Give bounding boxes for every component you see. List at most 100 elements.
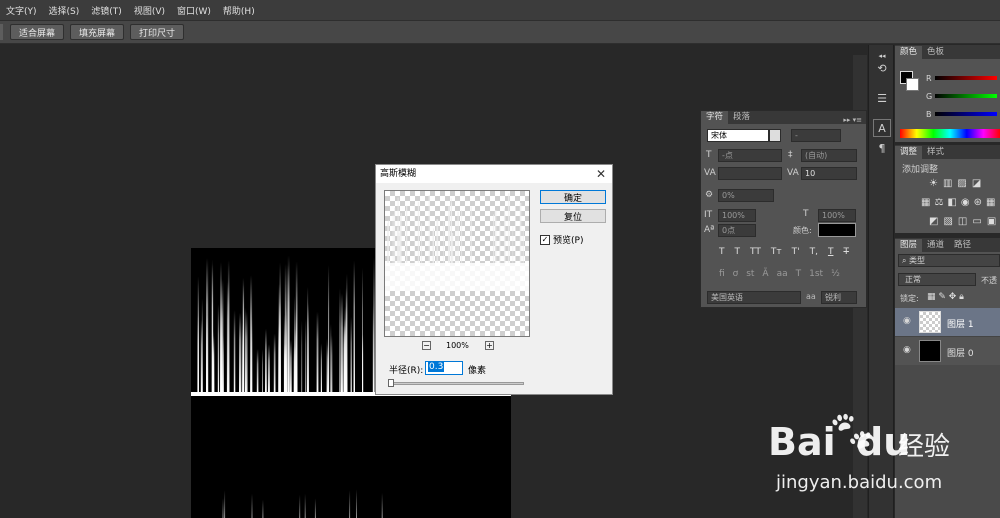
character-panel-icon[interactable]: A bbox=[873, 119, 891, 137]
background-swatch[interactable] bbox=[906, 78, 919, 91]
tracking-icon: VA bbox=[787, 168, 799, 178]
properties-icon[interactable]: ☰ bbox=[873, 89, 891, 107]
tab-layers[interactable]: 图层 bbox=[895, 239, 923, 252]
oldstyle-icon[interactable]: ơ bbox=[733, 269, 739, 279]
reset-button[interactable]: 复位 bbox=[540, 209, 606, 223]
preview-window[interactable] bbox=[384, 190, 530, 337]
selective-color-icon[interactable]: ▣ bbox=[987, 216, 996, 227]
font-style-select[interactable]: - bbox=[791, 129, 841, 142]
print-size-button[interactable]: 打印尺寸 bbox=[130, 24, 184, 40]
tab-styles[interactable]: 样式 bbox=[922, 146, 949, 159]
invert-icon[interactable]: ◩ bbox=[929, 216, 938, 227]
tab-color[interactable]: 颜色 bbox=[895, 46, 923, 59]
brightness-icon[interactable]: ☀ bbox=[929, 178, 938, 189]
preview-checkbox[interactable]: ✓ bbox=[540, 234, 550, 245]
color-spectrum[interactable] bbox=[900, 129, 1000, 138]
font-family-input[interactable]: 宋体 bbox=[707, 129, 769, 142]
ordinals-icon[interactable]: 1st bbox=[809, 269, 823, 279]
language-select[interactable]: 美国英语 bbox=[707, 291, 801, 304]
ordinal-icon[interactable]: T bbox=[796, 269, 802, 279]
vertical-scale-input[interactable]: 100% bbox=[718, 209, 756, 222]
titling-icon[interactable]: aa bbox=[777, 269, 788, 279]
radius-unit: 像素 bbox=[468, 366, 487, 376]
adjustment-icons-row1: ☀ ▥ ▨ ◪ bbox=[929, 178, 981, 189]
font-family-dropdown[interactable] bbox=[769, 129, 781, 142]
zoom-out-button[interactable]: − bbox=[422, 341, 431, 350]
vibrance-icon[interactable]: ▦ bbox=[921, 197, 930, 208]
ok-button[interactable]: 确定 bbox=[540, 190, 606, 204]
preview-image bbox=[385, 193, 529, 291]
radius-label: 半径(R): bbox=[389, 366, 424, 376]
posterize-icon[interactable]: ▧ bbox=[943, 216, 952, 227]
mixer-icon[interactable]: ⊛ bbox=[974, 197, 982, 208]
ligature-icon[interactable]: fi bbox=[719, 269, 725, 279]
menu-filter[interactable]: 滤镜(T) bbox=[85, 4, 128, 17]
channel-b-slider[interactable] bbox=[935, 112, 997, 116]
channel-r-slider[interactable] bbox=[935, 76, 997, 80]
preview-checkbox-row[interactable]: ✓ 预览(P) bbox=[540, 233, 583, 246]
layer-filter-select[interactable]: ⌕ 类型 bbox=[898, 254, 1000, 267]
curves-icon[interactable]: ▨ bbox=[957, 178, 966, 189]
superscript-button[interactable]: T' bbox=[792, 247, 800, 257]
balance-icon[interactable]: ⚖ bbox=[934, 197, 943, 208]
eye-icon[interactable]: ◉ bbox=[903, 316, 911, 326]
exposure-icon[interactable]: ◪ bbox=[972, 178, 981, 189]
radius-slider-thumb[interactable] bbox=[388, 379, 394, 387]
strikethrough-button[interactable]: T bbox=[843, 247, 849, 257]
faux-bold-button[interactable]: T bbox=[719, 247, 725, 257]
close-icon[interactable]: ✕ bbox=[596, 165, 606, 183]
layer-row-2[interactable]: ◉ 图层 0 bbox=[895, 336, 1000, 364]
panel-menu-icon[interactable]: ▸▸ ▾≡ bbox=[843, 116, 866, 124]
leading-input[interactable]: (自动) bbox=[801, 149, 857, 162]
history-icon[interactable]: ⟲ bbox=[873, 59, 891, 77]
radius-input[interactable]: 0.3 bbox=[425, 361, 463, 375]
gradient-map-icon[interactable]: ▭ bbox=[972, 216, 981, 227]
tab-paragraph[interactable]: 段落 bbox=[728, 111, 755, 124]
fill-screen-button[interactable]: 填充屏幕 bbox=[70, 24, 124, 40]
baseline-input[interactable]: 0点 bbox=[718, 224, 756, 237]
kerning-input[interactable] bbox=[718, 167, 782, 180]
underline-button[interactable]: T bbox=[828, 247, 834, 257]
horizontal-scale-input[interactable]: 100% bbox=[818, 209, 856, 222]
antialias-select[interactable]: 锐利 bbox=[821, 291, 857, 304]
photo-filter-icon[interactable]: ◉ bbox=[961, 197, 970, 208]
menu-window[interactable]: 窗口(W) bbox=[171, 4, 217, 17]
threshold-icon[interactable]: ◫ bbox=[958, 216, 967, 227]
menu-help[interactable]: 帮助(H) bbox=[217, 4, 261, 17]
alternates-icon[interactable]: Ã bbox=[762, 269, 768, 279]
menu-view[interactable]: 视图(V) bbox=[128, 4, 171, 17]
channel-g-slider[interactable] bbox=[935, 94, 997, 98]
lock-icons[interactable]: ▦ ✎ ✥ 🔒︎ bbox=[927, 292, 964, 302]
small-caps-button[interactable]: Tт bbox=[771, 247, 782, 257]
fit-screen-button[interactable]: 适合屏幕 bbox=[10, 24, 64, 40]
lookup-icon[interactable]: ▦ bbox=[986, 197, 995, 208]
levels-icon[interactable]: ▥ bbox=[943, 178, 952, 189]
eye-icon[interactable]: ◉ bbox=[903, 345, 911, 355]
radius-slider-track[interactable] bbox=[388, 382, 524, 385]
paragraph-panel-icon[interactable]: ¶ bbox=[873, 139, 891, 157]
tab-adjustments[interactable]: 调整 bbox=[895, 146, 923, 159]
font-size-input[interactable]: -点 bbox=[718, 149, 782, 162]
tab-paths[interactable]: 路径 bbox=[949, 239, 976, 252]
menu-select[interactable]: 选择(S) bbox=[43, 4, 86, 17]
zoom-in-button[interactable]: + bbox=[485, 341, 494, 350]
text-color-swatch[interactable] bbox=[818, 223, 856, 237]
tab-channels[interactable]: 通道 bbox=[922, 239, 949, 252]
fractions-icon[interactable]: ½ bbox=[831, 269, 840, 279]
tracking-input[interactable]: 10 bbox=[801, 167, 857, 180]
zoom-level: 100% bbox=[446, 341, 469, 350]
faux-italic-button[interactable]: T bbox=[735, 247, 741, 257]
all-caps-button[interactable]: TT bbox=[750, 247, 761, 257]
swash-icon[interactable]: st bbox=[746, 269, 754, 279]
leading-icon: ‡ bbox=[788, 150, 793, 160]
tab-character[interactable]: 字符 bbox=[701, 111, 729, 124]
tab-swatches[interactable]: 色板 bbox=[922, 46, 949, 59]
dialog-titlebar[interactable]: 高斯模糊 ✕ bbox=[376, 165, 612, 183]
bw-icon[interactable]: ◧ bbox=[947, 197, 956, 208]
tsume-input[interactable]: 0% bbox=[718, 189, 774, 202]
menu-type[interactable]: 文字(Y) bbox=[0, 4, 43, 17]
subscript-button[interactable]: T, bbox=[810, 247, 818, 257]
blend-mode-select[interactable]: 正常 bbox=[898, 273, 976, 286]
layer-row-1[interactable]: ◉ 图层 1 bbox=[895, 308, 1000, 336]
adjustments-panel: 调整 样式 添加调整 ☀ ▥ ▨ ◪ ▦ ⚖ ◧ ◉ ⊛ ▦ ◩ ▧ ◫ ▭ ▣ bbox=[895, 145, 1000, 233]
